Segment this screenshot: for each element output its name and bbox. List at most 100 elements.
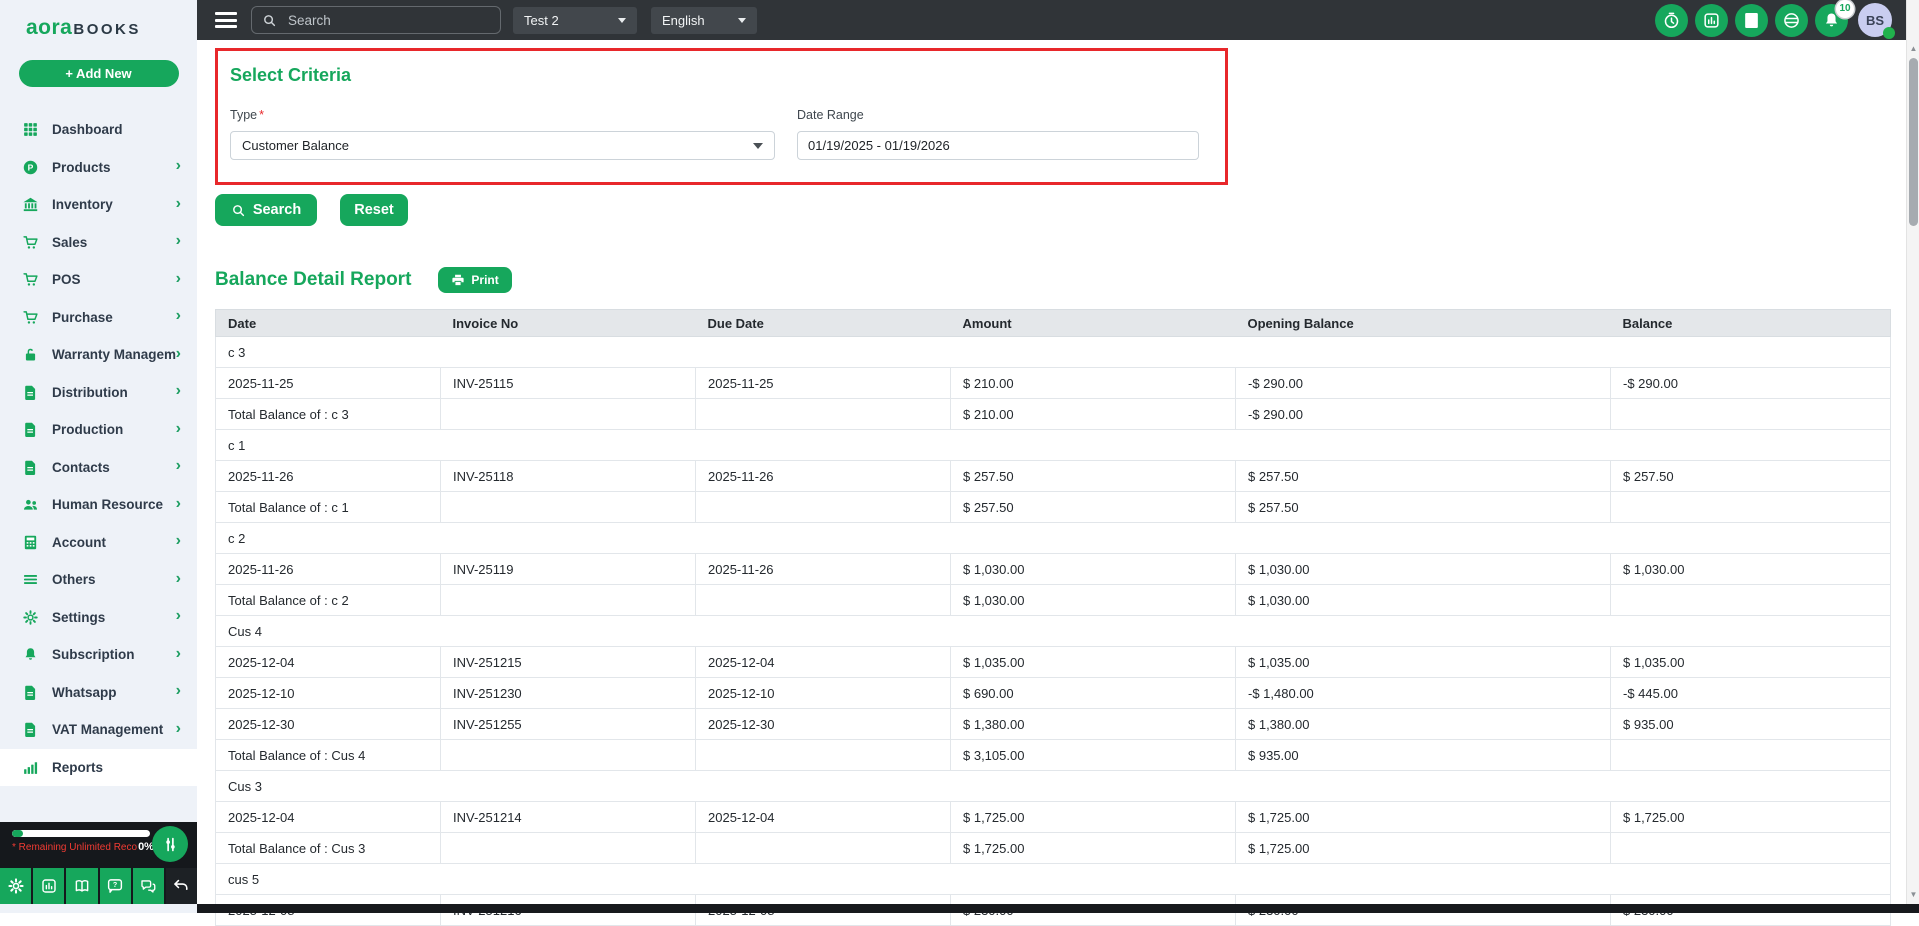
type-select[interactable]: Customer Balance bbox=[230, 131, 775, 160]
chevron-right-icon: › bbox=[175, 382, 181, 400]
settings-icon[interactable] bbox=[0, 866, 34, 904]
type-select-value: Customer Balance bbox=[242, 138, 349, 153]
sidebar-item-human-resource[interactable]: Human Resource › bbox=[0, 486, 197, 524]
search-button[interactable]: Search bbox=[215, 194, 317, 226]
table-cell: $ 257.50 bbox=[950, 491, 1236, 523]
table-cell: $ 1,035.00 bbox=[1610, 646, 1891, 678]
sidebar-item-whatsapp[interactable]: Whatsapp › bbox=[0, 674, 197, 712]
people-icon bbox=[22, 496, 39, 513]
sidebar-item-production[interactable]: Production › bbox=[0, 411, 197, 449]
company-select[interactable]: Test 2 bbox=[513, 6, 637, 34]
sidebar-item-label: Account bbox=[52, 534, 106, 550]
add-new-button[interactable]: + Add New bbox=[18, 60, 179, 87]
sidebar-item-account[interactable]: Account › bbox=[0, 524, 197, 562]
reset-button[interactable]: Reset bbox=[340, 194, 408, 226]
sidebar-item-products[interactable]: P Products › bbox=[0, 149, 197, 187]
criteria-actions: Search Reset bbox=[215, 194, 1901, 226]
date-range-input[interactable] bbox=[797, 131, 1199, 160]
table-cell: $ 3,105.00 bbox=[950, 739, 1236, 771]
sidebar-item-distribution[interactable]: Distribution › bbox=[0, 374, 197, 412]
table-cell: 2025-11-25 bbox=[695, 367, 951, 399]
table-row: 2025-11-25 INV-25115 2025-11-25 $ 210.00 -$ … bbox=[215, 367, 1891, 399]
scanner-button[interactable] bbox=[1775, 3, 1808, 37]
app-root: aora BOOKS + Add New Dashboard P Products › I… bbox=[0, 0, 1919, 926]
notifications-button[interactable]: 10 bbox=[1815, 0, 1854, 37]
chevron-right-icon: › bbox=[175, 569, 181, 587]
table-cell bbox=[440, 739, 696, 771]
table-cell: 2025-11-26 bbox=[695, 553, 951, 585]
type-label: Type * bbox=[230, 108, 264, 122]
required-asterisk: * bbox=[259, 108, 264, 122]
table-cell: $ 257.50 bbox=[950, 460, 1236, 492]
scroll-down-arrow[interactable]: ▼ bbox=[1907, 887, 1919, 901]
search-input[interactable] bbox=[286, 11, 490, 29]
sidebar-item-label: Others bbox=[52, 572, 96, 588]
sidebar-item-purchase[interactable]: Purchase › bbox=[0, 299, 197, 337]
scroll-up-arrow[interactable]: ▲ bbox=[1907, 41, 1919, 55]
sidebar-item-pos[interactable]: POS › bbox=[0, 261, 197, 299]
notification-badge: 10 bbox=[1836, 0, 1854, 18]
bell-icon bbox=[22, 646, 39, 663]
total-row: Total Balance of : Cus 3 $ 1,725.00 $ 1,72… bbox=[215, 832, 1891, 864]
table-cell bbox=[440, 584, 696, 616]
print-button[interactable]: Print bbox=[438, 267, 512, 293]
table-cell: Total Balance of : c 2 bbox=[215, 584, 441, 616]
sidebar-item-label: Subscription bbox=[52, 647, 135, 663]
lines-icon bbox=[22, 571, 39, 588]
table-cell: $ 257.50 bbox=[1610, 460, 1891, 492]
vertical-scrollbar[interactable]: ▲ ▼ bbox=[1906, 0, 1919, 913]
language-select[interactable]: English bbox=[651, 6, 757, 34]
chevron-down-icon bbox=[738, 17, 746, 23]
table-cell: -$ 290.00 bbox=[1610, 367, 1891, 399]
menu-toggle-button[interactable] bbox=[215, 12, 237, 28]
table-cell: $ 1,380.00 bbox=[1235, 708, 1611, 740]
quick-settings-button[interactable] bbox=[152, 826, 188, 862]
table-cell bbox=[695, 832, 951, 864]
report-header: Balance Detail Report Print bbox=[215, 267, 1901, 293]
sidebar-item-others[interactable]: Others › bbox=[0, 561, 197, 599]
sidebar-item-warranty-managem[interactable]: Warranty Managem... › bbox=[0, 336, 197, 374]
table-cell bbox=[440, 491, 696, 523]
file-icon bbox=[22, 459, 39, 476]
product-icon: P bbox=[22, 159, 39, 176]
chevron-right-icon: › bbox=[175, 419, 181, 437]
sidebar-item-vat-management[interactable]: VAT Management › bbox=[0, 711, 197, 749]
sidebar-item-dashboard[interactable]: Dashboard bbox=[0, 111, 197, 149]
table-cell: c 1 bbox=[215, 429, 1891, 461]
sidebar-item-label: Warranty Managem... bbox=[52, 347, 176, 363]
undo-icon[interactable] bbox=[165, 866, 198, 904]
sidebar-item-label: Sales bbox=[52, 234, 88, 250]
avatar[interactable]: BS bbox=[1858, 3, 1895, 39]
brand-logo[interactable]: aora BOOKS bbox=[0, 0, 197, 48]
bottom-edge-bar bbox=[197, 904, 1919, 913]
table-cell: INV-25115 bbox=[440, 367, 696, 399]
chevron-right-icon: › bbox=[175, 232, 181, 250]
table-cell: 2025-12-10 bbox=[215, 677, 441, 709]
table-cell: -$ 1,480.00 bbox=[1235, 677, 1611, 709]
sidebar-item-settings[interactable]: Settings › bbox=[0, 599, 197, 637]
sidebar-item-label: Reports bbox=[52, 759, 104, 775]
avatar-initials: BS bbox=[1865, 12, 1885, 28]
calculator-button[interactable] bbox=[1735, 3, 1768, 37]
sidebar-item-inventory[interactable]: Inventory › bbox=[0, 186, 197, 224]
scrollbar-thumb[interactable] bbox=[1909, 58, 1918, 226]
sidebar-item-reports[interactable]: Reports bbox=[0, 748, 197, 786]
timer-button[interactable] bbox=[1655, 3, 1688, 37]
sidebar-item-label: Inventory bbox=[52, 197, 113, 213]
sidebar-item-sales[interactable]: Sales › bbox=[0, 224, 197, 262]
chat-icon[interactable] bbox=[132, 866, 166, 904]
table-cell: -$ 290.00 bbox=[1235, 398, 1611, 430]
analytics-icon[interactable] bbox=[33, 866, 67, 904]
table-cell: c 2 bbox=[215, 522, 1891, 554]
scanner-icon bbox=[1782, 11, 1801, 30]
stats-button[interactable] bbox=[1695, 3, 1728, 37]
help-icon[interactable]: ? bbox=[99, 866, 133, 904]
usage-warning-text: * Remaining Unlimited Reco bbox=[12, 842, 138, 853]
table-cell: $ 210.00 bbox=[950, 398, 1236, 430]
lock-icon bbox=[22, 346, 39, 363]
table-cell bbox=[1610, 584, 1891, 616]
docs-icon[interactable] bbox=[66, 866, 100, 904]
sidebar-item-subscription[interactable]: Subscription › bbox=[0, 636, 197, 674]
calculator-icon bbox=[22, 534, 39, 551]
sidebar-item-contacts[interactable]: Contacts › bbox=[0, 449, 197, 487]
